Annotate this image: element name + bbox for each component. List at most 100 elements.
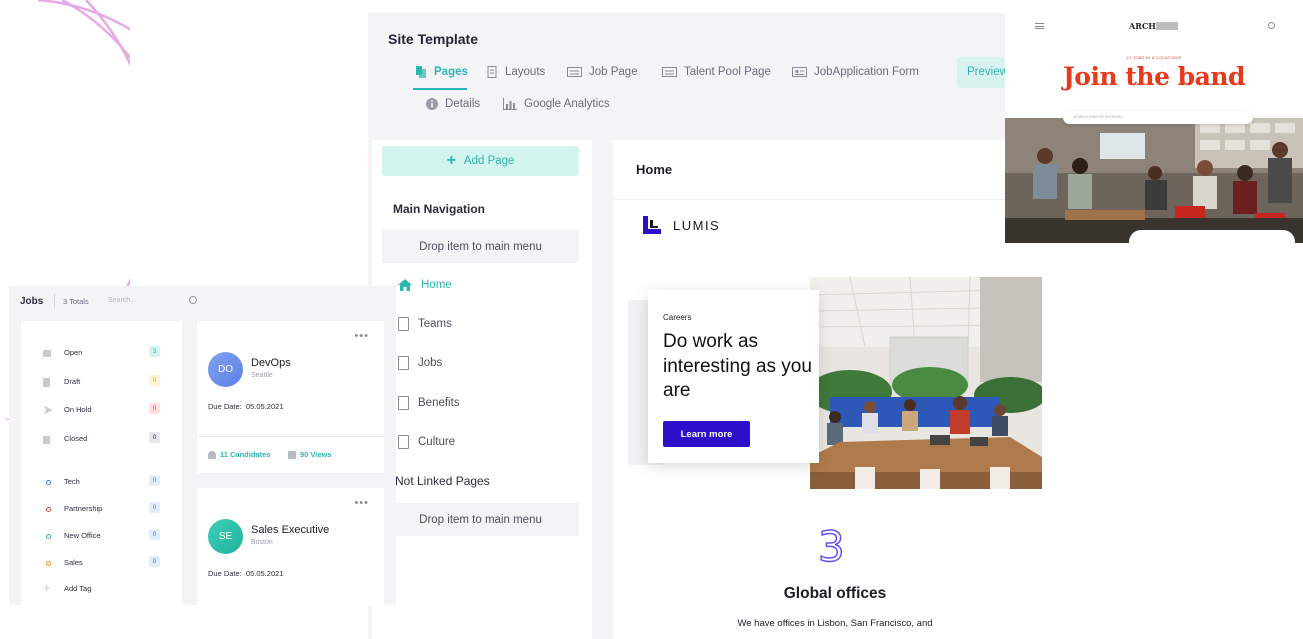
form-icon — [792, 67, 807, 77]
count-badge: 0 — [149, 375, 160, 386]
tab-job-page[interactable]: Job Page — [567, 62, 638, 82]
arch-logo: ARCH — [1129, 21, 1156, 31]
page-item-home[interactable]: Home — [398, 279, 452, 291]
tab-details[interactable]: Details — [426, 94, 480, 114]
page-item-benefits[interactable]: Benefits — [398, 396, 460, 410]
lumis-brand-name: LUMIS — [673, 217, 721, 233]
tag-partnership[interactable]: Partnership 0 — [21, 502, 182, 518]
add-page-button[interactable]: + Add Page — [382, 146, 579, 176]
document-icon — [398, 356, 409, 370]
filter-closed[interactable]: Closed 0 — [21, 432, 182, 448]
arch-kicker: 21 JOBS IN 6 LOCATIONS — [1126, 55, 1182, 60]
tab-label: Details — [445, 98, 481, 110]
tab-label: JobApplication Form — [814, 66, 919, 78]
count-badge: 0 — [149, 403, 160, 414]
tag-label: New Office — [64, 531, 101, 540]
count-badge: 0 — [149, 556, 160, 567]
tab-pages[interactable]: Pages — [415, 62, 468, 82]
tag-label: Partnership — [64, 504, 103, 513]
page-item-teams[interactable]: Teams — [398, 317, 452, 331]
job-page-icon — [567, 67, 582, 77]
page-item-label: Benefits — [418, 397, 460, 409]
page-title: Site Template — [388, 31, 478, 47]
lumis-brand: LUMIS — [643, 216, 720, 234]
plus-icon: + — [446, 152, 456, 169]
tag-color-dot — [46, 534, 51, 539]
page-preview: Home LUMIS Careers Do work as interestin… — [613, 140, 1042, 639]
jobs-search-input[interactable]: Search... — [108, 297, 136, 304]
jobs-title: Jobs — [20, 296, 44, 307]
stat-title: Global offices — [783, 585, 887, 602]
tab-layouts[interactable]: Layouts — [486, 62, 545, 82]
tag-color-dot — [46, 561, 51, 566]
hamburger-menu-icon[interactable] — [1035, 23, 1044, 29]
add-page-label: Add Page — [463, 155, 515, 167]
more-options-icon[interactable]: ••• — [354, 497, 369, 509]
count-badge: 0 — [149, 529, 160, 540]
drop-zone-main-menu[interactable]: Drop item to main menu — [382, 230, 579, 263]
tag-sales[interactable]: Sales 0 — [21, 556, 182, 572]
search-icon[interactable] — [189, 296, 197, 304]
filter-on-hold[interactable]: On Hold 0 — [21, 403, 182, 419]
tag-color-dot — [46, 480, 51, 485]
candidates-link[interactable]: 11 Candidates — [208, 450, 270, 459]
job-location: Boston — [251, 539, 273, 546]
avatar: SE — [208, 519, 243, 554]
tab-jobapplication-form[interactable]: JobApplication Form — [792, 62, 919, 82]
arch-headline: Join the band — [1062, 62, 1246, 91]
arch-search-input[interactable]: SEARCH JOBS OR KEYWORD — [1063, 111, 1253, 124]
page-item-culture[interactable]: Culture — [398, 435, 455, 449]
tab-label: Google Analytics — [524, 98, 610, 110]
add-tag-button[interactable]: + Add Tag — [21, 580, 182, 598]
tag-color-dot — [46, 507, 51, 512]
job-card-sales-executive[interactable]: ••• SE Sales Executive Boston Due Date: … — [197, 488, 384, 605]
filter-draft[interactable]: Draft 0 — [21, 375, 182, 391]
job-card-footer: 11 Candidates 90 Views — [197, 436, 384, 473]
tab-google-analytics[interactable]: Google Analytics — [503, 94, 610, 114]
divider — [54, 294, 55, 308]
draft-icon — [43, 378, 50, 387]
learn-more-button[interactable]: Learn more — [663, 421, 750, 447]
job-location: Seattle — [251, 372, 273, 379]
views-icon — [288, 450, 296, 459]
filter-label: Closed — [64, 434, 88, 443]
filter-label: Open — [64, 348, 83, 357]
home-icon — [398, 279, 412, 291]
tag-tech[interactable]: Tech 0 — [21, 475, 182, 491]
preview-button[interactable]: Preview — [957, 57, 1005, 88]
careers-eyebrow: Careers — [663, 313, 692, 322]
document-icon — [398, 396, 409, 410]
closed-icon — [43, 436, 50, 444]
filter-open[interactable]: Open 3 — [21, 346, 182, 362]
drop-zone-not-linked[interactable]: Drop item to main menu — [382, 503, 579, 536]
tag-new-office[interactable]: New Office 0 — [21, 529, 182, 545]
more-options-icon[interactable]: ••• — [354, 330, 369, 342]
job-card-devops[interactable]: ••• DO DevOps Seattle Due Date: 05.05.20… — [197, 321, 384, 473]
tab-label: Talent Pool Page — [684, 66, 771, 78]
job-due-date: Due Date: 05.05.2021 — [208, 402, 284, 411]
tab-label: Pages — [434, 66, 468, 78]
views-link[interactable]: 90 Views — [288, 450, 332, 459]
stat-number: 3 — [817, 521, 845, 572]
careers-hero-card: Careers Do work as interesting as you ar… — [648, 290, 819, 463]
arch-careers-site-preview: ARCH 21 JOBS IN 6 LOCATIONS Join the ban… — [1005, 0, 1303, 243]
candidates-count: 11 Candidates — [220, 450, 271, 459]
info-icon — [426, 98, 438, 110]
layouts-icon — [487, 66, 497, 78]
page-item-label: Culture — [418, 436, 456, 448]
due-date-label: Due Date: — [208, 569, 242, 578]
arch-logo-mark — [1156, 22, 1178, 30]
main-navigation-title: Main Navigation — [393, 202, 486, 216]
preview-page-title: Home — [636, 162, 673, 177]
search-icon[interactable] — [1268, 22, 1275, 29]
tab-talent-pool-page[interactable]: Talent Pool Page — [662, 62, 771, 82]
candidates-icon — [208, 450, 216, 459]
count-badge: 0 — [149, 475, 160, 486]
arch-bottom-tab — [1129, 230, 1295, 243]
page-item-jobs[interactable]: Jobs — [398, 356, 442, 370]
avatar: DO — [208, 352, 243, 387]
team-meeting-photo — [1005, 118, 1303, 243]
job-due-date: Due Date: 05.05.2021 — [208, 569, 284, 578]
add-tag-label: Add Tag — [64, 584, 92, 593]
due-date-value: 05.05.2021 — [245, 569, 284, 578]
